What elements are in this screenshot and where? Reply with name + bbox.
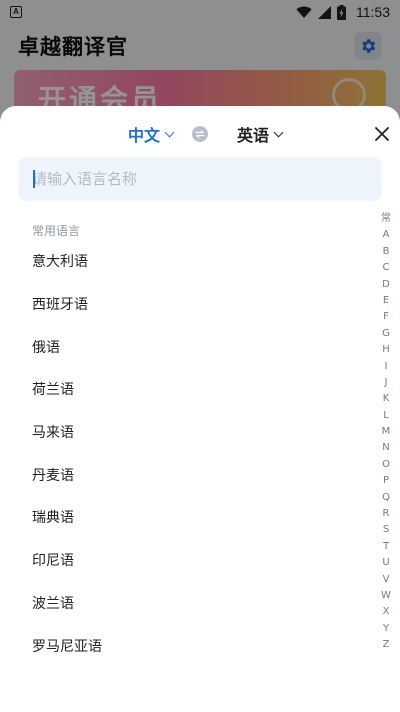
- alphabet-index-item[interactable]: V: [376, 572, 396, 588]
- target-language-label: 英语: [237, 126, 270, 145]
- alphabet-index-item[interactable]: T: [376, 539, 396, 555]
- alphabet-index-item[interactable]: S: [376, 522, 396, 538]
- language-list-item[interactable]: 西班牙语: [0, 283, 370, 326]
- alphabet-index-item[interactable]: P: [376, 473, 396, 489]
- alphabet-index-item[interactable]: L: [376, 408, 396, 424]
- alphabet-index-item[interactable]: Z: [376, 637, 396, 653]
- alphabet-index[interactable]: 常ABCDEFGHIJKLMNOPQRSTUVWXYZ: [376, 211, 396, 654]
- alphabet-index-item[interactable]: F: [376, 309, 396, 325]
- alphabet-index-item[interactable]: E: [376, 293, 396, 309]
- language-list-item[interactable]: 丹麦语: [0, 453, 370, 496]
- language-list-item[interactable]: 罗马尼亚语: [0, 624, 370, 667]
- alphabet-index-item[interactable]: X: [376, 604, 396, 620]
- alphabet-index-item[interactable]: J: [376, 375, 396, 391]
- target-language-tab[interactable]: 英语: [237, 118, 284, 150]
- alphabet-index-item[interactable]: K: [376, 391, 396, 407]
- language-list-item[interactable]: 波兰语: [0, 582, 370, 625]
- language-list-item[interactable]: 印尼语: [0, 539, 370, 582]
- alphabet-index-item[interactable]: O: [376, 457, 396, 473]
- source-language-tab[interactable]: 中文: [128, 118, 175, 150]
- alphabet-index-item[interactable]: W: [376, 588, 396, 604]
- source-language-label: 中文: [128, 126, 161, 145]
- alphabet-index-item[interactable]: I: [376, 359, 396, 375]
- chevron-down-icon: [164, 127, 175, 137]
- language-list-item[interactable]: 意大利语: [0, 240, 370, 283]
- language-list-item[interactable]: 俄语: [0, 325, 370, 368]
- language-list: 意大利语 西班牙语 俄语 荷兰语 马来语 丹麦语 瑞典语 印尼语 波兰语 罗马尼亚语: [0, 240, 370, 667]
- alphabet-index-item[interactable]: Y: [376, 621, 396, 637]
- alphabet-index-item[interactable]: M: [376, 424, 396, 440]
- section-label-common: 常用语言: [32, 224, 81, 238]
- language-list-item[interactable]: 瑞典语: [0, 496, 370, 539]
- swap-language-button[interactable]: [192, 126, 208, 142]
- alphabet-index-item[interactable]: A: [376, 227, 396, 243]
- language-switch-bar: 中文 英语: [0, 118, 400, 150]
- alphabet-index-item[interactable]: D: [376, 277, 396, 293]
- text-cursor: [33, 170, 35, 188]
- swap-icon: [195, 130, 205, 138]
- alphabet-index-item[interactable]: N: [376, 440, 396, 456]
- alphabet-index-item[interactable]: C: [376, 260, 396, 276]
- chevron-down-icon: [273, 127, 284, 137]
- language-picker-sheet: 中文 英语 常用语言 意大利语西班牙语俄语荷兰语马来语丹麦语瑞典语印尼语波兰语罗…: [0, 106, 400, 712]
- close-button[interactable]: [372, 124, 392, 144]
- language-list-item[interactable]: 马来语: [0, 411, 370, 454]
- language-list-item[interactable]: 荷兰语: [0, 368, 370, 411]
- alphabet-index-item[interactable]: B: [376, 244, 396, 260]
- alphabet-index-item[interactable]: H: [376, 342, 396, 358]
- alphabet-index-item[interactable]: G: [376, 326, 396, 342]
- alphabet-index-item[interactable]: 常: [376, 211, 396, 227]
- alphabet-index-item[interactable]: U: [376, 555, 396, 571]
- close-icon: [375, 127, 389, 141]
- alphabet-index-item[interactable]: Q: [376, 490, 396, 506]
- language-search-input[interactable]: [18, 157, 382, 201]
- alphabet-index-item[interactable]: R: [376, 506, 396, 522]
